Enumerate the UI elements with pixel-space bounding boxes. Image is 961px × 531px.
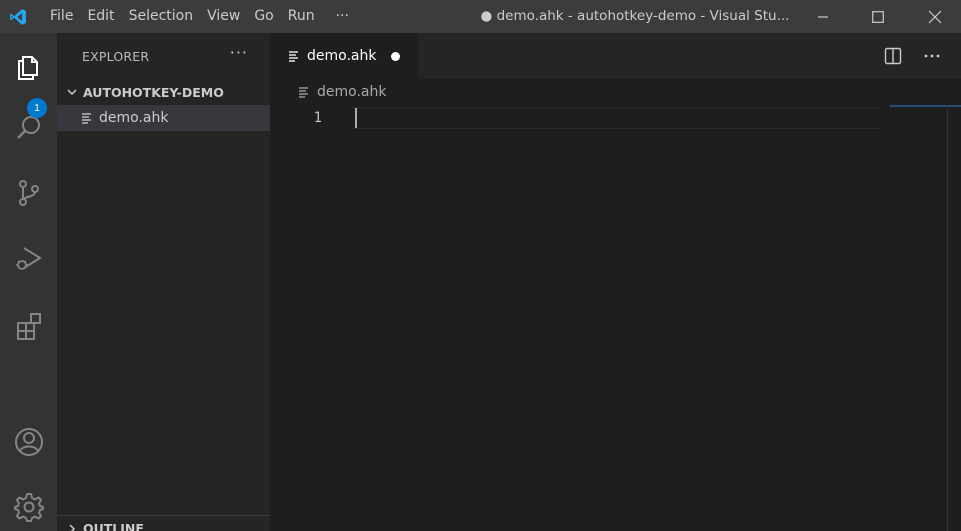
menu-go[interactable]: Go [247, 0, 280, 33]
current-line-highlight [352, 107, 882, 129]
menu-view[interactable]: View [200, 0, 247, 33]
folder-row[interactable]: AUTOHOTKEY-DEMO [57, 79, 270, 105]
code-editor[interactable]: 1 [270, 105, 961, 531]
text-cursor [355, 108, 357, 128]
menu-file[interactable]: File [36, 0, 80, 33]
account-icon[interactable] [0, 417, 57, 467]
file-lines-icon [298, 86, 309, 98]
tab-demo-ahk[interactable]: demo.ahk [270, 33, 418, 79]
extensions-icon[interactable] [0, 301, 57, 351]
menu-selection[interactable]: Selection [122, 0, 201, 33]
activity-bar: 1 [0, 33, 57, 531]
unsaved-dot-icon[interactable] [391, 52, 400, 61]
split-editor-icon[interactable] [878, 41, 908, 71]
more-actions-icon[interactable] [917, 41, 947, 71]
vscode-logo-icon [0, 0, 36, 33]
outline-section[interactable]: OUTLINE [57, 515, 270, 531]
chevron-down-icon [63, 86, 81, 98]
window-title: ● demo.ahk - autohotkey-demo - Visual St… [480, 8, 790, 24]
line-number: 1 [313, 110, 322, 126]
file-name: demo.ahk [99, 110, 169, 126]
scroll-shadow [890, 105, 961, 107]
run-debug-icon[interactable] [0, 233, 57, 283]
menu-more[interactable]: ··· [322, 0, 356, 33]
explorer-icon[interactable] [0, 41, 57, 91]
overview-ruler[interactable] [947, 105, 948, 531]
sidebar-header: EXPLORER ··· [57, 33, 270, 79]
explorer-sidebar: EXPLORER ··· AUTOHOTKEY-DEMO demo.ahk OU… [57, 33, 270, 531]
sidebar-title: EXPLORER [82, 48, 150, 64]
menu-run[interactable]: Run [281, 0, 322, 33]
editor-tab-bar: demo.ahk [270, 33, 961, 79]
settings-gear-icon[interactable] [0, 482, 57, 531]
explorer-badge: 1 [27, 98, 47, 118]
tab-label: demo.ahk [307, 48, 377, 64]
title-bar: File Edit Selection View Go Run ··· ● de… [0, 0, 961, 33]
file-lines-icon [81, 112, 95, 124]
outline-title: OUTLINE [83, 521, 144, 531]
chevron-right-icon [63, 523, 81, 531]
menu-bar: File Edit Selection View Go Run ··· [36, 0, 356, 33]
maximize-icon[interactable] [855, 0, 901, 33]
file-item-demo-ahk[interactable]: demo.ahk [57, 105, 270, 131]
file-lines-icon [288, 50, 299, 62]
close-icon[interactable] [912, 0, 958, 33]
source-control-icon[interactable] [0, 168, 57, 218]
breadcrumb[interactable]: demo.ahk [270, 79, 961, 105]
folder-name: AUTOHOTKEY-DEMO [83, 84, 224, 100]
minimize-icon[interactable] [800, 0, 846, 33]
sidebar-more-button[interactable]: ··· [230, 43, 248, 62]
breadcrumb-file[interactable]: demo.ahk [317, 84, 386, 100]
menu-edit[interactable]: Edit [80, 0, 121, 33]
